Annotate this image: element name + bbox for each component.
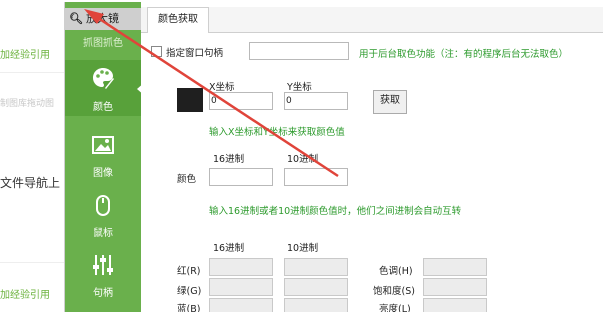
- blue-dec-input[interactable]: [284, 298, 348, 312]
- color-tool-window: 🔍︎ 放大镜 抓图抓色 颜色 图像 鼠标 句柄 颜色获取 指定窗口句柄 用于后台…: [64, 2, 603, 312]
- blue-label: 蓝(B): [177, 304, 201, 312]
- screenshot-root: 加经验引用 制图库拖动图 文件导航上 加经验引用 🔍︎放大镜 抓图抓色 颜色: [0, 0, 603, 312]
- window-handle-input[interactable]: [249, 42, 349, 60]
- sidebar: 🔍︎ 放大镜 抓图抓色 颜色 图像 鼠标 句柄: [65, 2, 145, 312]
- capture-section-header: 抓图抓色: [83, 38, 123, 49]
- saturation-label: 饱和度(S): [373, 286, 415, 297]
- palette-icon: [93, 68, 114, 89]
- hue-label: 色调(H): [379, 266, 413, 277]
- y-coord-input[interactable]: 0: [284, 92, 348, 110]
- saturation-input[interactable]: [423, 278, 487, 296]
- color-swatch: [177, 88, 203, 112]
- green-label: 绿(G): [177, 286, 202, 297]
- tab-bar: 颜色获取: [141, 7, 603, 33]
- get-color-button[interactable]: 获取: [373, 90, 407, 114]
- image-icon: [92, 136, 114, 154]
- green-dec-input[interactable]: [284, 278, 348, 296]
- sidebar-item-label: 颜色: [93, 102, 113, 113]
- tab-color-picker[interactable]: 颜色获取: [147, 7, 209, 33]
- background-page: 加经验引用 制图库拖动图 文件导航上 加经验引用: [0, 0, 66, 312]
- search-icon: 🔍︎: [69, 12, 83, 25]
- dec-color-input[interactable]: [284, 168, 348, 186]
- green-hex-input[interactable]: [209, 278, 273, 296]
- bg-text-2: 制图库拖动图: [0, 99, 55, 109]
- blue-hex-input[interactable]: [209, 298, 273, 312]
- lightness-label: 亮度(L): [379, 304, 411, 312]
- sidebar-item-color[interactable]: 颜色: [65, 60, 141, 116]
- sidebar-item-mouse[interactable]: 鼠标: [65, 186, 141, 242]
- coords-hint: 输入X坐标和Y坐标来获取颜色值: [209, 127, 345, 138]
- bg-divider: [0, 262, 66, 263]
- rgb-hex-label: 16进制: [213, 243, 245, 254]
- sidebar-item-label: 鼠标: [93, 228, 113, 239]
- magnifier-button[interactable]: 🔍︎ 放大镜: [65, 8, 141, 30]
- conversion-hint: 输入16进制或者10进制颜色值时，他们之间进制会自动互转: [209, 206, 462, 217]
- lightness-input[interactable]: [423, 298, 487, 312]
- color-row-label: 颜色: [177, 174, 197, 185]
- red-label: 红(R): [177, 266, 201, 277]
- mouse-icon: [96, 195, 110, 216]
- main-panel: 颜色获取 指定窗口句柄 用于后台取色功能（注：有的程序后台无法取色） X坐标 Y…: [141, 2, 603, 312]
- sidebar-item-label: 句柄: [93, 288, 113, 299]
- sidebar-item-label: 图像: [93, 168, 113, 179]
- window-handle-checkbox[interactable]: [151, 46, 162, 57]
- y-coord-label: Y坐标: [287, 82, 312, 93]
- red-hex-input[interactable]: [209, 258, 273, 276]
- hex-color-input[interactable]: [209, 168, 273, 186]
- bg-divider: [0, 72, 66, 73]
- x-coord-label: X坐标: [209, 82, 235, 93]
- sidebar-item-image[interactable]: 图像: [65, 126, 141, 182]
- magnifier-label: 放大镜: [85, 12, 119, 25]
- window-handle-note: 用于后台取色功能（注：有的程序后台无法取色）: [359, 49, 569, 60]
- bg-text-3: 文件导航上: [0, 176, 61, 190]
- window-handle-label: 指定窗口句柄: [166, 48, 224, 59]
- sliders-icon: [93, 255, 113, 275]
- hex-label: 16进制: [213, 154, 245, 165]
- x-coord-input[interactable]: 0: [209, 92, 273, 110]
- bg-text-4: 加经验引用: [0, 290, 50, 301]
- red-dec-input[interactable]: [284, 258, 348, 276]
- hue-input[interactable]: [423, 258, 487, 276]
- bg-text-1: 加经验引用: [0, 50, 50, 61]
- dec-label: 10进制: [287, 154, 319, 165]
- sidebar-item-handle[interactable]: 句柄: [65, 246, 141, 302]
- rgb-dec-label: 10进制: [287, 243, 319, 254]
